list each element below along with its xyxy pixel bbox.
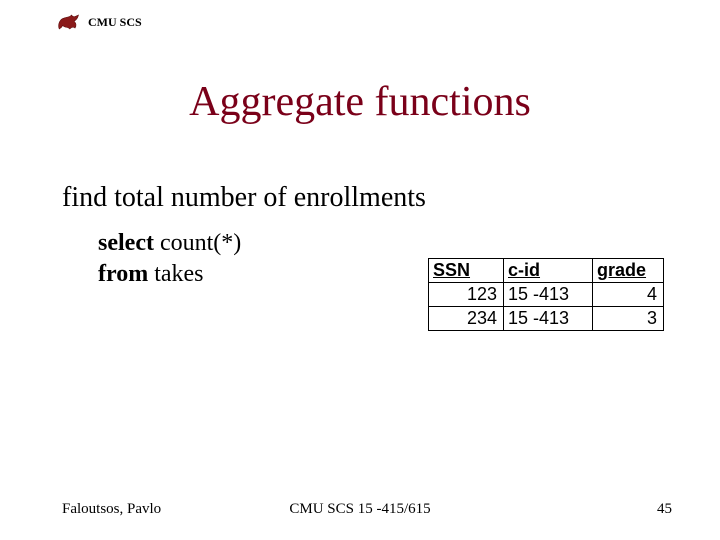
table-row: 234 15 -413 3 xyxy=(429,307,664,331)
cell-grade: 3 xyxy=(593,307,664,331)
footer-page-number: 45 xyxy=(657,501,672,518)
takes-table: SSN c-id grade 123 15 -413 4 234 15 -413… xyxy=(428,258,664,331)
footer-authors: Faloutsos, Pavlo xyxy=(62,501,161,518)
sql-line-1: select count(*) xyxy=(98,228,241,259)
table-header-row: SSN c-id grade xyxy=(429,259,664,283)
table-header-cid: c-id xyxy=(504,259,593,283)
cell-ssn: 123 xyxy=(429,283,504,307)
slide-prompt: find total number of enrollments xyxy=(62,182,426,214)
cell-grade: 4 xyxy=(593,283,664,307)
slide-header: CMU SCS xyxy=(54,8,142,36)
table-header-ssn: SSN xyxy=(429,259,504,283)
sql-text: takes xyxy=(148,261,203,287)
cmu-dragon-logo-icon xyxy=(54,8,82,36)
header-org-label: CMU SCS xyxy=(88,15,142,30)
sql-code-block: select count(*) from takes xyxy=(98,228,241,290)
footer-left: Faloutsos, Pavlo xyxy=(62,501,672,518)
sql-text: count(*) xyxy=(154,230,241,256)
sql-line-2: from takes xyxy=(98,259,241,290)
table-row: 123 15 -413 4 xyxy=(429,283,664,307)
cell-ssn: 234 xyxy=(429,307,504,331)
cell-cid: 15 -413 xyxy=(504,283,593,307)
table-header-grade: grade xyxy=(593,259,664,283)
slide-title: Aggregate functions xyxy=(0,78,720,126)
sql-keyword-select: select xyxy=(98,230,154,256)
cell-cid: 15 -413 xyxy=(504,307,593,331)
sql-keyword-from: from xyxy=(98,261,148,287)
